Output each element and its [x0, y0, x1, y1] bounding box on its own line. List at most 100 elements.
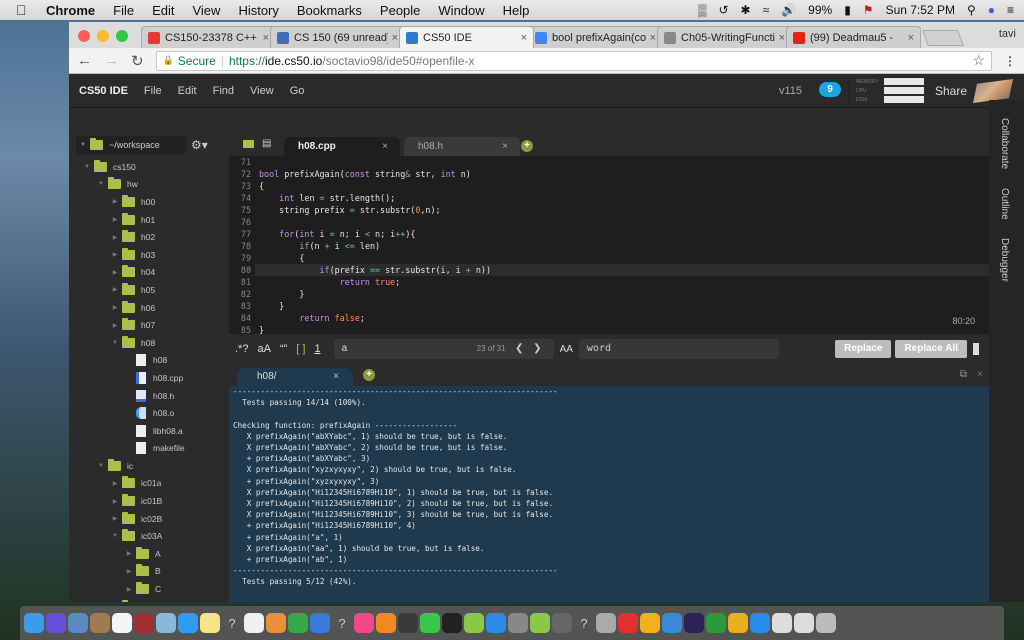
photos-icon[interactable]: [244, 613, 264, 633]
tree-item[interactable]: ▶ h00: [69, 193, 229, 211]
messages-icon[interactable]: [178, 613, 198, 633]
facetime-icon[interactable]: [420, 613, 440, 633]
tree-item[interactable]: ▶ C: [69, 580, 229, 598]
browser-tab[interactable]: CS 150 (69 unread) ×: [270, 26, 405, 48]
tree-item[interactable]: ▼ic03b: [69, 598, 229, 602]
chevron-right-icon[interactable]: ▶: [125, 586, 133, 593]
menu-file[interactable]: File: [113, 3, 134, 18]
gear-icon[interactable]: ⚙▾: [191, 138, 208, 152]
close-tab-icon[interactable]: ×: [650, 32, 656, 44]
flag-icon[interactable]: ⚑: [863, 3, 874, 17]
share-button[interactable]: Share: [935, 84, 967, 98]
chrome-icon[interactable]: [728, 613, 748, 633]
dashboard-icon[interactable]: [442, 613, 462, 633]
folder-icon[interactable]: [243, 140, 254, 148]
unknown-icon[interactable]: ?: [222, 613, 242, 633]
minimize-window-button[interactable]: [97, 30, 109, 42]
tree-item[interactable]: ▶ h05: [69, 281, 229, 299]
close-panel-icon[interactable]: ×: [977, 369, 983, 380]
chevron-right-icon[interactable]: ▶: [111, 269, 119, 276]
ide-menu-view[interactable]: View: [250, 85, 274, 97]
menu-bookmarks[interactable]: Bookmarks: [297, 3, 362, 18]
tree-item[interactable]: ▶ h01: [69, 211, 229, 229]
find-options-handle[interactable]: [973, 343, 979, 355]
outlook-icon[interactable]: [640, 613, 660, 633]
siri-icon[interactable]: ●: [988, 3, 995, 17]
downloads-icon[interactable]: [794, 613, 814, 633]
notification-center-icon[interactable]: ≡: [1007, 3, 1014, 17]
close-tab-icon[interactable]: ×: [263, 32, 269, 44]
workspace-root[interactable]: ▼ ~/workspace: [76, 136, 186, 154]
tree-item[interactable]: ▶ h02: [69, 228, 229, 246]
regex-toggle[interactable]: .*?: [235, 343, 248, 355]
chevron-right-icon[interactable]: ▶: [111, 480, 119, 487]
cloud-notification-badge[interactable]: 9: [819, 82, 841, 97]
tree-item[interactable]: ▼ h08: [69, 334, 229, 352]
system-prefs-icon[interactable]: [508, 613, 528, 633]
tree-item[interactable]: ▶ ic01B: [69, 492, 229, 510]
debugger-panel-tab[interactable]: Debugger: [999, 238, 1010, 282]
menu-app-name[interactable]: Chrome: [46, 3, 95, 18]
chevron-down-icon[interactable]: ▼: [111, 340, 119, 346]
close-tab-icon[interactable]: ×: [779, 32, 785, 44]
volume-icon[interactable]: 🔊: [781, 3, 796, 17]
tree-item[interactable]: ▶ B: [69, 563, 229, 581]
close-window-button[interactable]: [78, 30, 90, 42]
time-machine-icon[interactable]: ↺: [718, 3, 728, 17]
tree-item[interactable]: ▼ hw: [69, 176, 229, 194]
new-tab-plus-icon[interactable]: +: [521, 140, 533, 152]
terminal-tab[interactable]: h08/ ×: [237, 368, 353, 386]
pages-icon[interactable]: [266, 613, 286, 633]
ibooks-icon[interactable]: [376, 613, 396, 633]
chevron-right-icon[interactable]: ▶: [111, 234, 119, 241]
maximize-panel-icon[interactable]: ⧉: [960, 369, 967, 380]
bookmark-star-icon[interactable]: ☆: [972, 52, 985, 69]
unknown-icon[interactable]: ?: [574, 613, 594, 633]
menu-help[interactable]: Help: [503, 3, 530, 18]
browser-tab[interactable]: Ch05-WritingFunctio ×: [657, 26, 792, 48]
editor-tab-h08-h[interactable]: h08.h ×: [404, 137, 520, 156]
browser-tab[interactable]: CS50 IDE ×: [399, 26, 534, 48]
profile-name[interactable]: tavi: [999, 28, 1016, 40]
tree-item[interactable]: ▶ h03: [69, 246, 229, 264]
menu-people[interactable]: People: [380, 3, 420, 18]
preserve-case-toggle[interactable]: AA: [560, 344, 573, 355]
new-tab-button[interactable]: [922, 30, 964, 46]
code-area[interactable]: 71 72 bool prefixAgain(const string& str, …: [229, 156, 989, 348]
editor-tab-h08-cpp[interactable]: h08.cpp ×: [284, 137, 400, 156]
tree-item[interactable]: h08.o: [69, 404, 229, 422]
terminal-output[interactable]: ----------------------------------------…: [233, 386, 558, 588]
collaborate-panel-tab[interactable]: Collaborate: [999, 118, 1010, 169]
in-selection-toggle[interactable]: [ ]: [296, 343, 305, 355]
url-input[interactable]: 🔒 Secure | https://ide.cs50.io/soctavio9…: [155, 50, 992, 71]
browser-tab[interactable]: bool prefixAgain(con ×: [528, 26, 663, 48]
maps-icon[interactable]: [156, 613, 176, 633]
replace-input[interactable]: word: [578, 339, 779, 359]
chevron-right-icon[interactable]: ▶: [111, 286, 119, 293]
ide-menu-go[interactable]: Go: [290, 85, 305, 97]
previous-match-icon[interactable]: ❮: [515, 339, 523, 359]
android-file-icon[interactable]: [530, 613, 550, 633]
wrap-toggle[interactable]: 1: [314, 343, 320, 355]
spotlight-icon[interactable]: ⚲: [967, 3, 976, 17]
finder-icon[interactable]: [24, 613, 44, 633]
tree-item[interactable]: ▼ cs150: [69, 158, 229, 176]
siri-icon[interactable]: [46, 613, 66, 633]
chevron-right-icon[interactable]: ▶: [125, 550, 133, 557]
close-icon[interactable]: ×: [502, 141, 508, 152]
tree-item[interactable]: h08: [69, 352, 229, 370]
browser-tab[interactable]: (99) Deadmau5 - ×: [786, 26, 921, 48]
tree-item[interactable]: h08.cpp: [69, 369, 229, 387]
back-icon[interactable]: ←: [77, 52, 92, 69]
tree-item[interactable]: ▶ h06: [69, 299, 229, 317]
tree-item[interactable]: ▼ ic03A: [69, 527, 229, 545]
chevron-right-icon[interactable]: ▶: [111, 251, 119, 258]
close-icon[interactable]: ×: [333, 368, 339, 386]
tree-item[interactable]: ▶ A: [69, 545, 229, 563]
clock[interactable]: Sun 7:52 PM: [886, 3, 955, 17]
image-capture-icon[interactable]: [596, 613, 616, 633]
chevron-down-icon[interactable]: ▼: [111, 533, 119, 539]
app-store-icon[interactable]: [486, 613, 506, 633]
menu-history[interactable]: History: [238, 3, 278, 18]
ide-menu-file[interactable]: File: [144, 85, 162, 97]
